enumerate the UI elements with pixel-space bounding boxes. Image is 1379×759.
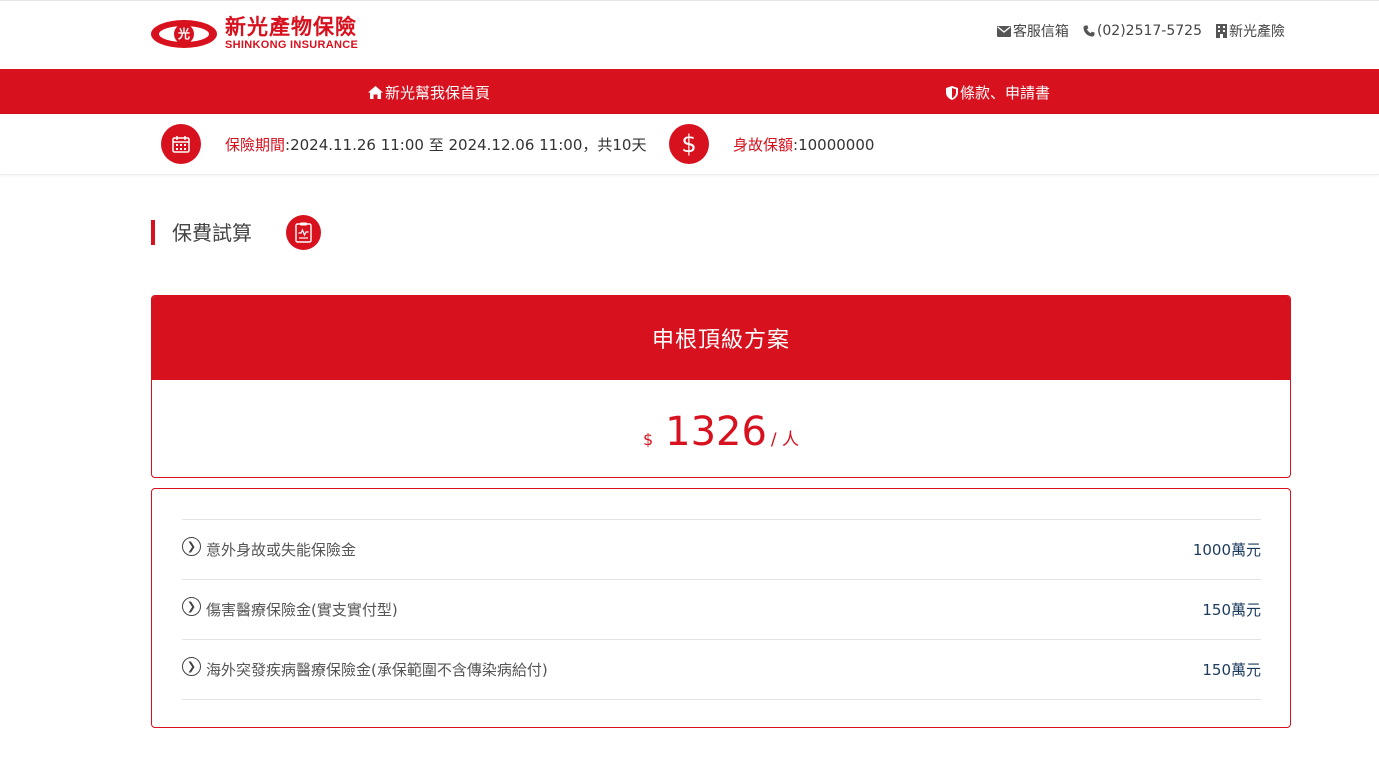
logo-chinese-name: 新光產物保險 [225, 14, 357, 39]
calendar-icon [161, 124, 201, 164]
insurance-period: 保險期間:2024.11.26 11:00 至 2024.12.06 11:00… [225, 134, 646, 155]
coverage-amount: 1000萬元 [1192, 541, 1261, 559]
shield-icon [946, 85, 958, 100]
chevron-circle-right-icon: ❯ [182, 537, 201, 556]
nav-terms-link[interactable]: 條款、申請書 [946, 82, 1050, 103]
header-links: 客服信箱 (02)2517-5725 新光產險 [996, 21, 1285, 41]
plan-price: $ 1326 / 人 [152, 380, 1290, 477]
coverage-amount: 150萬元 [1202, 661, 1261, 679]
logo-english-name: SHINKONG INSURANCE [225, 39, 359, 51]
price-value: 1326 [665, 409, 767, 455]
nav-home-link[interactable]: 新光幫我保首頁 [368, 82, 490, 103]
main-nav: 新光幫我保首頁 條款、申請書 [0, 69, 1379, 114]
phone-icon [1083, 25, 1095, 37]
death-benefit-amount: 身故保額:10000000 [733, 134, 874, 155]
coverage-list: ❯ 意外身故或失能保險金 1000萬元 ❯ 傷害醫療保險金(實支實付型) 150… [151, 488, 1291, 728]
phone-link[interactable]: (02)2517-5725 [1083, 21, 1202, 41]
price-unit: / 人 [770, 430, 800, 450]
logo-emblem: 光 [151, 19, 217, 48]
coverage-row[interactable]: ❯ 傷害醫療保險金(實支實付型) 150萬元 [182, 579, 1261, 639]
home-icon [368, 86, 383, 99]
insurance-period-value: :2024.11.26 11:00 至 2024.12.06 11:00，共10… [285, 136, 647, 154]
chevron-circle-right-icon: ❯ [182, 597, 201, 616]
coverage-row-divider [182, 699, 1261, 759]
death-benefit-label: 身故保額 [733, 136, 794, 154]
insurance-period-label: 保險期間 [225, 136, 286, 154]
company-logo[interactable]: 光 新光產物保險 SHINKONG INSURANCE [151, 15, 358, 52]
coverage-amount: 150萬元 [1202, 601, 1261, 619]
death-benefit-value: :10000000 [793, 136, 875, 154]
customer-email-link[interactable]: 客服信箱 [996, 21, 1069, 41]
plan-card: 申根頂級方案 $ 1326 / 人 [151, 295, 1291, 478]
site-header: 光 新光產物保險 SHINKONG INSURANCE 客服信箱 (02)251… [0, 0, 1379, 69]
plan-name: 申根頂級方案 [152, 296, 1290, 380]
coverage-row[interactable]: ❯ 意外身故或失能保險金 1000萬元 [182, 519, 1261, 579]
chevron-circle-right-icon: ❯ [182, 657, 201, 676]
envelope-icon [996, 25, 1011, 37]
price-currency: $ [642, 430, 654, 449]
coverage-label: 意外身故或失能保險金 [206, 541, 357, 559]
coverage-label: 海外突發疾病醫療保險金(承保範圍不含傳染病給付) [206, 661, 548, 679]
building-icon [1216, 24, 1227, 38]
coverage-row[interactable]: ❯ 海外突發疾病醫療保險金(承保範圍不含傳染病給付) 150萬元 [182, 639, 1261, 699]
policy-info-bar: 保險期間:2024.11.26 11:00 至 2024.12.06 11:00… [0, 114, 1379, 175]
page-title: 保費試算 [151, 220, 252, 245]
shinkong-insurance-link[interactable]: 新光產險 [1216, 21, 1285, 41]
clipboard-chart-icon [286, 215, 321, 250]
dollar-icon: $ [669, 124, 709, 164]
coverage-label: 傷害醫療保險金(實支實付型) [206, 601, 398, 619]
